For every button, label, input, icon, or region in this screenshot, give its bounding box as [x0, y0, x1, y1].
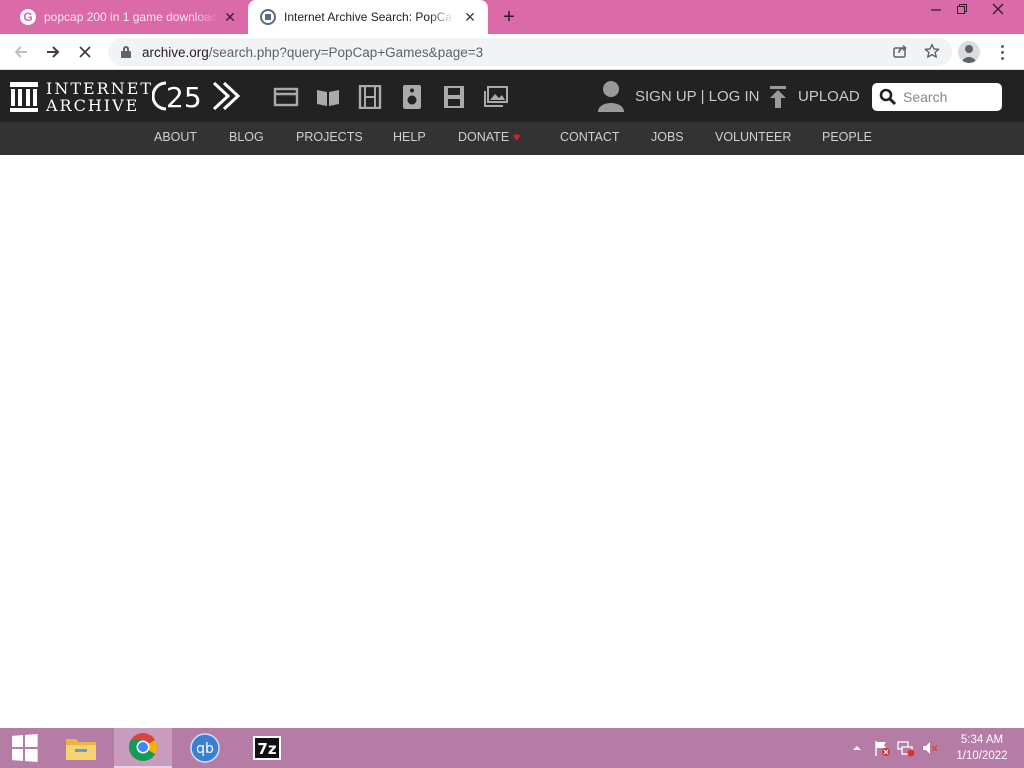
stop-loading-button[interactable] — [73, 40, 97, 64]
search-input[interactable] — [903, 89, 999, 105]
user-icon[interactable] — [596, 80, 626, 112]
menu-kebab-icon[interactable] — [994, 42, 1010, 62]
back-button[interactable] — [9, 40, 33, 64]
network-icon — [897, 741, 915, 757]
nav-jobs[interactable]: JOBS — [651, 130, 684, 144]
close-icon — [79, 46, 91, 58]
internet-archive-icon — [260, 9, 276, 25]
lock-icon — [120, 46, 132, 58]
qbittorrent-button[interactable]: qb — [176, 728, 234, 768]
tab-title: popcap 200 in 1 game download - Google S… — [44, 10, 219, 24]
web-icon[interactable] — [273, 85, 299, 109]
nav-contact[interactable]: CONTACT — [560, 130, 620, 144]
svg-text:7z: 7z — [257, 740, 276, 758]
chrome-icon — [129, 733, 157, 761]
upload-link[interactable]: UPLOAD — [798, 88, 860, 105]
audio-speaker-icon[interactable] — [399, 85, 425, 109]
texts-book-icon[interactable] — [315, 85, 341, 109]
7zip-icon: 7z — [253, 736, 281, 760]
file-explorer-button[interactable] — [52, 728, 110, 768]
ia-wordmark: INTERNET ARCHIVE — [46, 80, 153, 114]
software-floppy-icon[interactable] — [441, 85, 467, 109]
clock-time: 5:34 AM — [960, 734, 1004, 746]
nav-about[interactable]: ABOUT — [154, 130, 197, 144]
nav-projects[interactable]: PROJECTS — [296, 130, 363, 144]
forward-button[interactable] — [41, 40, 65, 64]
back-arrow-icon — [14, 46, 27, 58]
svg-text:25: 25 — [166, 81, 202, 112]
action-center-flag-button[interactable] — [872, 728, 892, 768]
windows-taskbar: qb 7z 5:34 AM 1/10/2022 — [0, 728, 1024, 768]
browser-toolbar: archive.org/search.php?query=PopCap+Game… — [0, 34, 1024, 70]
chevron-up-icon — [853, 746, 861, 750]
tab-title: Internet Archive Search: PopCap+Games — [284, 10, 454, 24]
system-clock[interactable]: 5:34 AM 1/10/2022 — [948, 732, 1016, 764]
heart-icon: ♥ — [513, 130, 521, 144]
close-window-button[interactable] — [982, 0, 1014, 22]
show-hidden-icons-button[interactable] — [850, 728, 864, 768]
new-tab-button[interactable]: + — [499, 5, 519, 29]
page-content — [0, 155, 1024, 728]
upload-icon[interactable] — [768, 86, 788, 108]
nav-donate-label: DONATE — [458, 130, 510, 144]
search-icon — [879, 88, 897, 106]
speaker-muted-icon — [923, 742, 938, 754]
chrome-button[interactable] — [114, 728, 172, 768]
tab-internet-archive[interactable]: Internet Archive Search: PopCap+Games ✕ — [248, 0, 488, 34]
signup-login-link[interactable]: SIGN UP | LOG IN — [635, 88, 759, 105]
images-icon[interactable] — [483, 85, 509, 109]
tab-strip: G popcap 200 in 1 game download - Google… — [0, 0, 1024, 34]
close-tab-icon[interactable]: ✕ — [222, 9, 238, 25]
nav-people[interactable]: PEOPLE — [822, 130, 872, 144]
url-path: /search.php?query=PopCap+Games&page=3 — [208, 44, 484, 60]
nav-donate[interactable]: DONATE ♥ — [458, 130, 520, 144]
close-tab-icon[interactable]: ✕ — [462, 9, 478, 25]
profile-avatar-icon[interactable] — [958, 41, 980, 63]
nav-help[interactable]: HELP — [393, 130, 426, 144]
nav-volunteer[interactable]: VOLUNTEER — [715, 130, 791, 144]
clock-date: 1/10/2022 — [956, 750, 1008, 762]
url-text: archive.org/search.php?query=PopCap+Game… — [142, 45, 483, 60]
video-film-icon[interactable] — [357, 85, 383, 109]
forward-arrow-icon — [47, 46, 60, 58]
ia-search-box[interactable] — [872, 83, 1002, 111]
logo-line-1: INTERNET — [46, 79, 154, 98]
volume-button[interactable] — [920, 728, 940, 768]
start-button[interactable] — [0, 728, 48, 768]
address-bar[interactable]: archive.org/search.php?query=PopCap+Game… — [108, 38, 952, 66]
anniversary-25-logo[interactable]: 25 — [152, 80, 248, 112]
ia-logo[interactable]: INTERNET ARCHIVE — [10, 80, 153, 114]
tab-google-search[interactable]: G popcap 200 in 1 game download - Google… — [8, 0, 248, 34]
star-icon[interactable] — [924, 43, 940, 59]
windows-logo-icon — [12, 734, 38, 762]
google-icon: G — [20, 9, 36, 25]
share-icon[interactable] — [892, 43, 908, 59]
logo-line-2: ARCHIVE — [46, 96, 140, 115]
network-button[interactable] — [896, 728, 916, 768]
qbittorrent-icon: qb — [190, 733, 220, 763]
url-host: archive.org — [142, 44, 209, 60]
file-explorer-icon — [66, 739, 96, 760]
archive-temple-icon — [10, 82, 38, 112]
flag-alert-icon — [875, 741, 890, 756]
svg-text:qb: qb — [196, 741, 214, 757]
7zip-button[interactable]: 7z — [238, 728, 296, 768]
nav-blog[interactable]: BLOG — [229, 130, 264, 144]
restore-button[interactable] — [946, 0, 978, 22]
